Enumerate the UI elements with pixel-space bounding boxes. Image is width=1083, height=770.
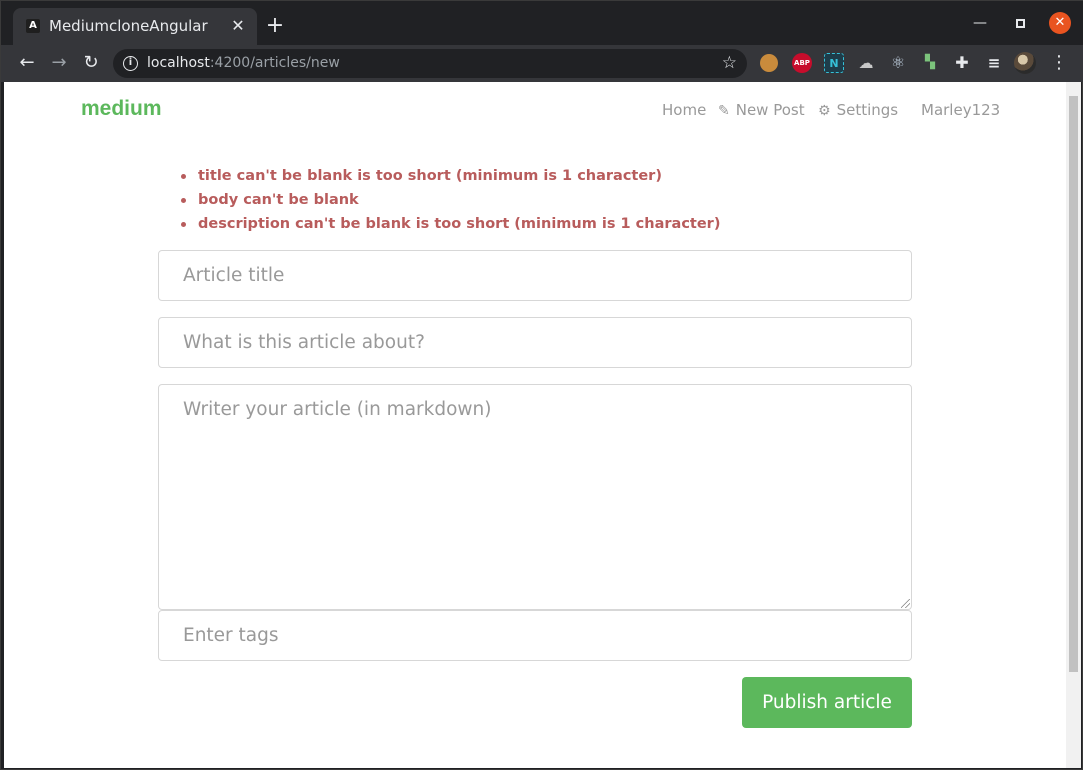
nav-new-post-link[interactable]: ✎ New Post	[718, 101, 805, 119]
redux-devtools-icon[interactable]: ▚	[920, 53, 940, 73]
site-info-icon[interactable]: i	[123, 56, 138, 71]
tab-close-icon[interactable]: ✕	[229, 17, 247, 35]
page-viewport: medium Home ✎ New Post ⚙ Settings Marley12…	[4, 82, 1081, 768]
profile-avatar-icon[interactable]	[1014, 52, 1036, 74]
gear-icon: ⚙	[818, 103, 831, 119]
back-arrow-icon[interactable]: ←	[15, 51, 39, 75]
nav-new-post-label: New Post	[735, 101, 805, 119]
article-description-input[interactable]	[158, 317, 912, 368]
new-tab-icon[interactable]: +	[264, 15, 286, 37]
article-title-input[interactable]	[158, 250, 912, 301]
article-body-textarea[interactable]	[158, 384, 912, 610]
tags-input[interactable]	[158, 610, 912, 661]
bookmark-star-icon[interactable]: ☆	[722, 53, 737, 73]
nav-settings-link[interactable]: ⚙ Settings	[818, 101, 898, 119]
forward-arrow-icon[interactable]: →	[47, 51, 71, 75]
puzzle-icon[interactable]: ✚	[952, 53, 972, 73]
nav-user-link[interactable]: Marley123	[921, 101, 1000, 119]
vertical-scrollbar[interactable]	[1066, 82, 1081, 768]
error-message: title can't be blank is too short (minim…	[180, 164, 720, 188]
nav-settings-label: Settings	[836, 101, 899, 119]
reload-icon[interactable]: ↻	[79, 51, 103, 75]
adblock-icon[interactable]: ABP	[792, 53, 812, 73]
window-close-icon[interactable]: ✕	[1049, 12, 1071, 34]
angular-favicon-icon: A	[26, 19, 40, 33]
url-text: localhost:4200/articles/new	[147, 55, 340, 71]
brand-logo[interactable]: medium	[81, 97, 162, 121]
address-bar[interactable]: i localhost:4200/articles/new ☆	[113, 49, 747, 78]
browser-toolbar: ← → ↻ i localhost:4200/articles/new ☆ AB…	[1, 45, 1083, 82]
kebab-menu-icon[interactable]: ⋮	[1050, 51, 1068, 75]
scrollbar-thumb[interactable]	[1069, 96, 1078, 672]
tab-title: MediumcloneAngular	[49, 17, 208, 35]
error-message: body can't be blank	[180, 188, 720, 212]
browser-tab[interactable]: A MediumcloneAngular ✕	[13, 8, 257, 45]
url-host: localhost	[147, 55, 210, 71]
publish-article-button[interactable]: Publish article	[742, 677, 912, 728]
site-navbar: medium Home ✎ New Post ⚙ Settings Marley12…	[4, 82, 1066, 138]
maximize-icon[interactable]	[1010, 13, 1030, 33]
cloud-icon[interactable]: ☁	[856, 53, 876, 73]
url-path: :4200/articles/new	[209, 55, 340, 71]
react-devtools-icon[interactable]: ⚛	[888, 53, 908, 73]
minimize-icon[interactable]: —	[970, 13, 990, 33]
error-messages: title can't be blank is too short (minim…	[180, 164, 720, 236]
error-message: description can't be blank is too short …	[180, 212, 720, 236]
browser-window: A MediumcloneAngular ✕ + — ✕ ← → ↻ i loc…	[0, 0, 1083, 770]
n-extension-icon[interactable]: N	[824, 53, 844, 73]
edit-icon: ✎	[718, 103, 730, 119]
nav-home-link[interactable]: Home	[662, 101, 706, 119]
cookie-icon[interactable]	[760, 54, 778, 72]
tab-strip: A MediumcloneAngular ✕ + — ✕	[1, 1, 1083, 45]
media-icon[interactable]: ≡	[984, 53, 1004, 73]
resize-grip-icon[interactable]	[901, 599, 910, 608]
